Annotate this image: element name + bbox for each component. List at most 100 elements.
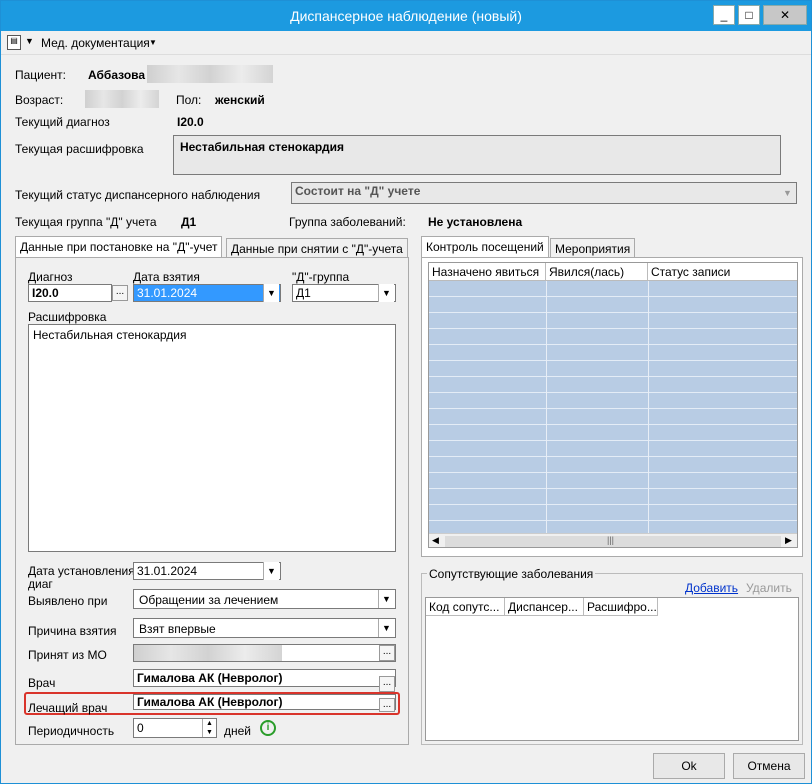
current-status-value: Состоит на "Д" учете (295, 184, 421, 198)
visits-grid-body (429, 281, 797, 533)
scroll-right-icon[interactable]: ▶ (785, 535, 792, 546)
doctor-browse-button[interactable]: ... (379, 676, 395, 692)
table-row[interactable] (429, 361, 797, 377)
tab-registration-data[interactable]: Данные при постановке на "Д"-учет (15, 236, 223, 258)
remove-link[interactable]: Удалить (746, 581, 792, 595)
period-label: Периодичность (28, 724, 115, 738)
table-row[interactable] (429, 489, 797, 505)
chevron-down-icon[interactable]: ▼ (378, 619, 394, 637)
detected-value: Обращении за лечением (139, 593, 279, 607)
col-header-attended[interactable]: Явился(лась) (546, 263, 648, 281)
chevron-down-icon[interactable]: ▼ (378, 284, 394, 302)
from-mo-browse-button[interactable]: ... (379, 645, 395, 661)
tab-visit-control[interactable]: Контроль посещений (421, 236, 549, 258)
col-header-scheduled[interactable]: Назначено явиться (429, 263, 546, 281)
window-title: Диспансерное наблюдение (новый) (290, 8, 522, 24)
period-value: 0 (137, 721, 144, 735)
chevron-down-icon[interactable]: ▼ (149, 38, 157, 47)
info-icon[interactable]: i (260, 720, 276, 736)
chevron-down-icon: ▼ (783, 188, 792, 198)
current-status-label: Текущий статус диспансерного наблюдения (15, 188, 261, 202)
reason-value: Взят впервые (139, 622, 216, 636)
cancel-button[interactable]: Отмена (733, 753, 805, 779)
minimize-button[interactable]: _ (713, 5, 735, 25)
table-row[interactable] (429, 425, 797, 441)
document-icon[interactable]: ▤ (7, 35, 21, 50)
current-decode-field: Нестабильная стенокардия (173, 135, 781, 175)
tab-activities[interactable]: Мероприятия (550, 238, 636, 258)
diagnosis-input[interactable]: I20.0 (28, 284, 112, 302)
reason-select[interactable]: Взят впервые (133, 618, 396, 638)
table-row[interactable] (429, 505, 797, 521)
tab-removal-data[interactable]: Данные при снятии с "Д"-учета (226, 238, 408, 258)
decode-textarea[interactable]: Нестабильная стенокардия (28, 324, 396, 552)
reason-label: Причина взятия (28, 624, 117, 638)
decode-label: Расшифровка (28, 310, 107, 324)
scroll-left-icon[interactable]: ◀ (432, 535, 439, 546)
chevron-down-icon[interactable]: ▼ (25, 36, 34, 46)
column-separator (648, 281, 649, 533)
menu-bar: ▤ ▼ Мед. документация ▼ (1, 31, 811, 55)
dgroup-value: Д1 (296, 286, 311, 300)
table-row[interactable] (429, 457, 797, 473)
current-group-label: Текущая группа "Д" учета (15, 215, 157, 229)
diagnosis-label: Диагноз (28, 270, 73, 284)
col-header-code[interactable]: Код сопутс... (426, 598, 505, 616)
period-unit: дней (224, 724, 252, 738)
chevron-down-icon[interactable]: ▼ (378, 590, 394, 608)
chevron-down-icon[interactable]: ▼ (263, 284, 279, 302)
table-row[interactable] (429, 473, 797, 489)
current-status-select: Состоит на "Д" учете (291, 182, 797, 204)
doctor-label: Врач (28, 676, 56, 690)
treating-doctor-label: Лечащий врач (28, 701, 108, 715)
visits-grid[interactable]: Назначено явиться Явился(лась) Статус за… (428, 262, 798, 548)
registration-panel: Диагноз I20.0 ... Дата взятия 31.01.2024… (15, 257, 409, 745)
current-decode-label: Текущая расшифровка (15, 142, 144, 156)
comorbid-grid[interactable]: Код сопутс... Диспансер... Расшифро... (425, 597, 799, 741)
table-row[interactable] (429, 297, 797, 313)
table-row[interactable] (429, 329, 797, 345)
table-row[interactable] (429, 281, 797, 297)
grip-icon: ||| (607, 535, 615, 545)
table-row[interactable] (429, 313, 797, 329)
treating-doctor-browse-button[interactable]: ... (379, 698, 395, 712)
sex-value: женский (215, 93, 265, 107)
table-row[interactable] (429, 409, 797, 425)
sex-label: Пол: (176, 93, 202, 107)
disease-group-label: Группа заболеваний: (289, 215, 406, 229)
col-header-status[interactable]: Статус записи (648, 263, 797, 281)
date-set-picker[interactable]: 31.01.2024 (133, 562, 281, 580)
close-button[interactable]: ✕ (763, 5, 807, 25)
current-diagnosis-value: I20.0 (177, 115, 204, 129)
table-row[interactable] (429, 441, 797, 457)
table-row[interactable] (429, 393, 797, 409)
horizontal-scrollbar[interactable]: ◀ ||| ▶ (429, 533, 797, 547)
detected-select[interactable]: Обращении за лечением (133, 589, 396, 609)
title-bar: Диспансерное наблюдение (новый) _ □ ✕ (1, 1, 811, 31)
col-header-dispensary[interactable]: Диспансер... (505, 598, 584, 616)
ok-button[interactable]: Ok (653, 753, 725, 779)
treating-doctor-input[interactable]: Гималова АК (Невролог) (133, 694, 396, 710)
add-link[interactable]: Добавить (685, 581, 738, 595)
spin-buttons[interactable]: ▲ ▼ (202, 719, 216, 737)
patient-name: Аббазова (88, 68, 146, 82)
doctor-input[interactable]: Гималова АК (Невролог) (133, 669, 396, 687)
col-header-decode[interactable]: Расшифро... (584, 598, 658, 616)
date-set-value: 31.01.2024 (137, 564, 198, 578)
table-row[interactable] (429, 377, 797, 393)
redacted-age (85, 90, 159, 108)
disease-group-value: Не установлена (428, 215, 523, 229)
maximize-button[interactable]: □ (738, 5, 760, 25)
redacted-name (147, 65, 273, 83)
from-mo-label: Принят из МО (28, 648, 107, 662)
date-taken-label: Дата взятия (133, 270, 200, 284)
chevron-down-icon[interactable]: ▼ (263, 562, 279, 580)
dialog-window: Диспансерное наблюдение (новый) _ □ ✕ ▤ … (0, 0, 812, 784)
table-row[interactable] (429, 345, 797, 361)
patient-label: Пациент: (15, 68, 67, 82)
diagnosis-browse-button[interactable]: ... (112, 285, 128, 301)
med-docs-menu[interactable]: Мед. документация (41, 36, 150, 50)
column-separator (546, 281, 547, 533)
date-set-label: Дата установления диаг (28, 564, 135, 591)
date-taken-picker[interactable]: 31.01.2024 (133, 284, 281, 302)
